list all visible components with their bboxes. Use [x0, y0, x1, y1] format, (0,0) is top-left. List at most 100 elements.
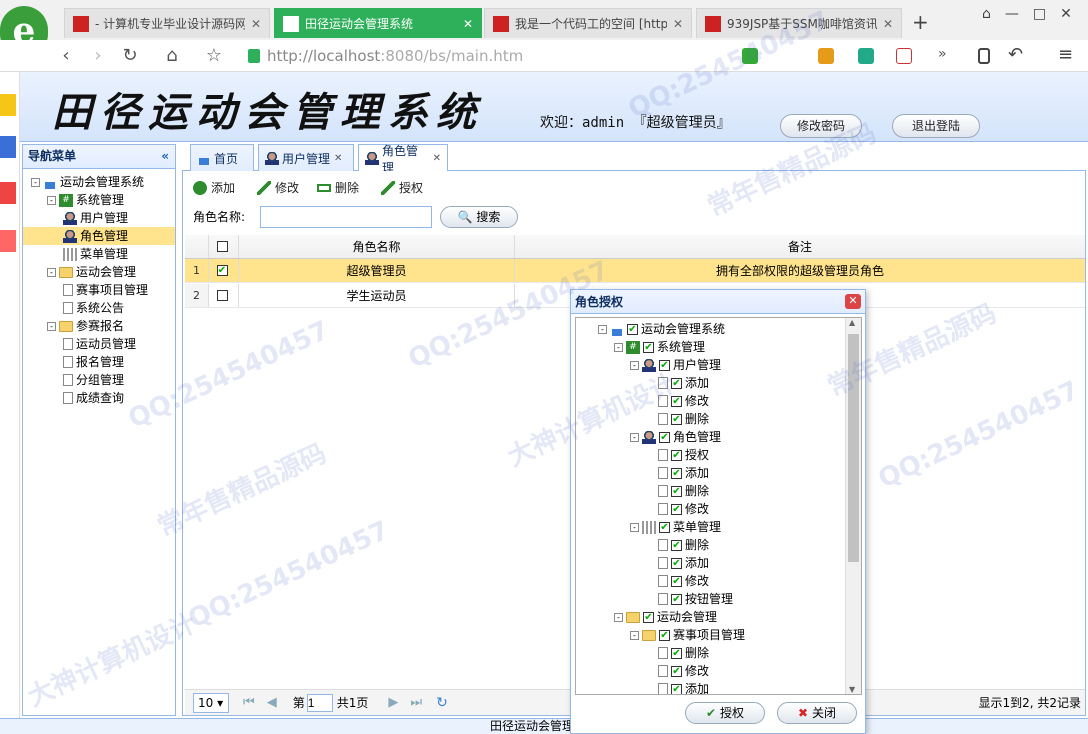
- permission-node[interactable]: ✔ 添加: [576, 554, 709, 572]
- scrollbar-thumb[interactable]: [848, 334, 859, 562]
- wallet-icon[interactable]: [858, 48, 874, 64]
- nav-item[interactable]: - 运动会管理系统: [23, 173, 175, 191]
- permission-node[interactable]: - ✔ 角色管理: [576, 428, 721, 446]
- nav-item[interactable]: 运动员管理: [23, 335, 175, 353]
- last-page-icon[interactable]: ⏭: [410, 695, 422, 710]
- edit-button[interactable]: 修改: [257, 179, 299, 196]
- collapse-toggle-icon[interactable]: -: [47, 267, 56, 277]
- permission-checkbox[interactable]: ✔: [671, 413, 682, 425]
- reader-icon[interactable]: [0, 136, 16, 158]
- permission-node[interactable]: - ✔ 运动会管理: [576, 608, 717, 626]
- tab-home[interactable]: 首页: [190, 144, 254, 171]
- first-page-icon[interactable]: ⏮: [243, 695, 255, 710]
- column-header-note[interactable]: 备注: [515, 235, 1085, 259]
- dialog-authorize-button[interactable]: ✔ 授权: [685, 702, 765, 724]
- collapse-toggle-icon[interactable]: -: [47, 321, 56, 331]
- permission-node[interactable]: ✔ 修改: [576, 500, 709, 518]
- row-checkbox[interactable]: ✔: [209, 259, 239, 282]
- nav-item[interactable]: 报名管理: [23, 353, 175, 371]
- nav-item[interactable]: 用户管理: [23, 209, 175, 227]
- collapse-toggle-icon[interactable]: -: [630, 522, 639, 532]
- mail-icon[interactable]: [0, 230, 16, 252]
- home-icon[interactable]: ⌂: [160, 44, 184, 68]
- close-tab-icon[interactable]: ✕: [245, 17, 261, 31]
- permission-node[interactable]: - ✔ 赛事项目管理: [576, 626, 745, 644]
- permission-checkbox[interactable]: ✔: [671, 395, 682, 407]
- permission-node[interactable]: - ✔ 用户管理: [576, 356, 721, 374]
- collapse-toggle-icon[interactable]: -: [614, 342, 623, 352]
- select-all-checkbox[interactable]: [209, 235, 239, 258]
- nav-item[interactable]: - 运动会管理: [23, 263, 175, 281]
- permission-checkbox[interactable]: ✔: [659, 431, 670, 443]
- next-page-icon[interactable]: ▶: [388, 695, 398, 710]
- logout-button[interactable]: 退出登陆: [892, 114, 980, 138]
- permission-node[interactable]: ✔ 删除: [576, 644, 709, 662]
- column-header-name[interactable]: 角色名称: [239, 235, 515, 258]
- permission-checkbox[interactable]: ✔: [671, 647, 682, 659]
- permission-node[interactable]: ✔ 授权: [576, 446, 709, 464]
- back-icon[interactable]: ‹: [54, 44, 78, 68]
- tree-scrollbar[interactable]: ▲ ▼: [845, 318, 861, 694]
- collapse-toggle-icon[interactable]: -: [31, 177, 40, 187]
- permission-node[interactable]: ✔ 修改: [576, 662, 709, 680]
- permission-checkbox[interactable]: ✔: [671, 377, 682, 389]
- nav-item[interactable]: 成绩查询: [23, 389, 175, 407]
- permission-node[interactable]: ✔ 删除: [576, 482, 709, 500]
- permission-node[interactable]: ✔ 删除: [576, 410, 709, 428]
- prev-page-icon[interactable]: ◀: [267, 695, 277, 710]
- nav-item[interactable]: - # 系统管理: [23, 191, 175, 209]
- close-tab-icon[interactable]: ✕: [457, 17, 473, 31]
- permission-checkbox[interactable]: ✔: [671, 503, 682, 515]
- scroll-down-icon[interactable]: ▼: [849, 685, 855, 694]
- more-extensions-icon[interactable]: »: [938, 46, 947, 62]
- device-icon[interactable]: [978, 48, 990, 64]
- permission-node[interactable]: ✔ 按钮管理: [576, 590, 733, 608]
- collapse-icon[interactable]: «: [161, 145, 169, 168]
- dialog-close-button[interactable]: ✖ 关闭: [777, 702, 857, 724]
- collapse-toggle-icon[interactable]: -: [598, 324, 607, 334]
- permission-node[interactable]: ✔ 修改: [576, 572, 709, 590]
- tab-role-management[interactable]: 角色管理 ✕: [358, 144, 448, 175]
- star-icon[interactable]: ☆: [202, 44, 226, 68]
- close-tab-icon[interactable]: ✕: [877, 17, 893, 31]
- collapse-toggle-icon[interactable]: -: [630, 360, 639, 370]
- permission-checkbox[interactable]: ✔: [627, 323, 638, 335]
- close-tab-icon[interactable]: ✕: [433, 153, 441, 164]
- permission-checkbox[interactable]: ✔: [671, 467, 682, 479]
- permission-node[interactable]: - ✔ 菜单管理: [576, 518, 721, 536]
- browser-tab[interactable]: 田径运动会管理系统 ✕: [274, 8, 482, 38]
- apps-icon[interactable]: [818, 48, 834, 64]
- nav-item[interactable]: 系统公告: [23, 299, 175, 317]
- nav-item[interactable]: 赛事项目管理: [23, 281, 175, 299]
- permission-node[interactable]: ✔ 添加: [576, 680, 709, 694]
- browser-tab[interactable]: - 计算机专业毕业设计源码网 ✕: [64, 8, 270, 38]
- tab-user-management[interactable]: 用户管理 ✕: [258, 144, 354, 171]
- menu-icon[interactable]: ≡: [1058, 44, 1073, 65]
- collapse-toggle-icon[interactable]: -: [47, 195, 56, 205]
- change-password-button[interactable]: 修改密码: [780, 114, 862, 138]
- permission-checkbox[interactable]: ✔: [671, 485, 682, 497]
- new-tab-button[interactable]: +: [912, 10, 929, 34]
- nav-item[interactable]: - 参赛报名: [23, 317, 175, 335]
- permission-checkbox[interactable]: ✔: [671, 683, 682, 694]
- page-input[interactable]: [306, 693, 333, 712]
- permission-checkbox[interactable]: ✔: [643, 611, 654, 623]
- translate-icon[interactable]: [896, 48, 912, 64]
- permission-checkbox[interactable]: ✔: [671, 539, 682, 551]
- undo-icon[interactable]: ↶: [1008, 44, 1023, 65]
- nav-item[interactable]: 菜单管理: [23, 245, 175, 263]
- refresh-icon[interactable]: ↻: [436, 695, 448, 711]
- favorites-icon[interactable]: [0, 94, 16, 116]
- nav-item[interactable]: 角色管理: [23, 227, 175, 245]
- reload-icon[interactable]: ↻: [118, 44, 142, 68]
- collapse-toggle-icon[interactable]: -: [630, 630, 639, 640]
- permission-checkbox[interactable]: ✔: [671, 449, 682, 461]
- permission-checkbox[interactable]: ✔: [643, 341, 654, 353]
- search-button[interactable]: 🔍 搜索: [440, 206, 518, 228]
- extension-icon[interactable]: [742, 48, 758, 64]
- permission-checkbox[interactable]: ✔: [659, 359, 670, 371]
- browser-tab[interactable]: 939JSP基于SSM咖啡馆资讯 ✕: [696, 8, 902, 38]
- scroll-up-icon[interactable]: ▲: [849, 318, 855, 327]
- close-tab-icon[interactable]: ✕: [667, 17, 683, 31]
- permission-checkbox[interactable]: ✔: [671, 665, 682, 677]
